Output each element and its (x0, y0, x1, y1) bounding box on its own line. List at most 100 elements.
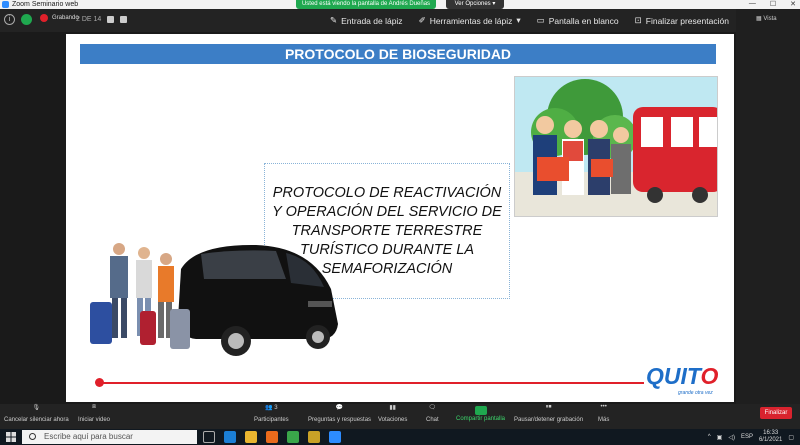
quito-logo: QUITO (646, 363, 718, 390)
view-options-label: Ver Opciones (454, 1, 491, 7)
share-screen-button[interactable]: Compartir pantalla (456, 404, 505, 422)
edge-icon[interactable] (224, 431, 236, 443)
pause-record-button[interactable]: ⏸⏹ Pausar/detener grabación (514, 404, 583, 423)
more-label: Más (598, 417, 610, 423)
annotation-toolbar: i Grabando 2 DE 14 ✎ Entrada de lápiz ✐ … (0, 9, 800, 32)
blank-screen-icon: ▭ (536, 15, 545, 25)
minimize-icon[interactable]: — (749, 0, 756, 8)
info-icon[interactable]: i (4, 14, 15, 25)
maximize-icon[interactable]: ☐ (770, 0, 776, 8)
annotation-tools: ✎ Entrada de lápiz ✐ Herramientas de láp… (330, 15, 729, 26)
view-options-button[interactable]: Ver Opciones ▾ (446, 0, 504, 9)
blank-screen-label: Pantalla en blanco (548, 15, 619, 26)
close-icon[interactable]: ✕ (790, 0, 796, 8)
van-drawing (90, 243, 338, 356)
logo-letter-o: O (700, 363, 719, 389)
more-button[interactable]: ••• Más (598, 404, 609, 423)
chevron-up-icon[interactable]: ^ (708, 434, 711, 440)
share-screen-label: Compartir pantalla (456, 416, 506, 422)
shared-slide: PROTOCOLO DE BIOSEGURIDAD PROTOCOLO DE R… (66, 34, 734, 402)
end-presentation-button[interactable]: ⊡ Finalizar presentación (635, 15, 729, 26)
polls-icon: ▮▮ (389, 405, 396, 411)
stop-recording-icon[interactable] (120, 16, 127, 23)
view-label: Vista (763, 16, 777, 22)
window-title: Zoom Seminario web (12, 1, 79, 8)
participants-button[interactable]: 👥 3 Participantes (254, 404, 289, 423)
view-button[interactable]: ▦ Vista (756, 15, 777, 22)
video-off-icon: ⧈ (92, 404, 96, 410)
end-webinar-button[interactable]: Finalizar (760, 407, 792, 419)
zoom-app-icon (2, 1, 9, 8)
mute-button[interactable]: 🎙 Cancelar silenciar ahora (4, 404, 69, 423)
security-indicators: i (4, 14, 32, 25)
travelers-van-photo (86, 239, 346, 359)
slide-header: PROTOCOLO DE BIOSEGURIDAD (80, 44, 716, 64)
end-presentation-label: Finalizar presentación (645, 15, 729, 26)
polls-label: Votaciones (378, 417, 408, 423)
qa-label: Preguntas y respuestas (308, 417, 372, 423)
media-player-icon[interactable] (308, 431, 320, 443)
cartoon-drawing (515, 79, 717, 216)
file-explorer-icon[interactable] (245, 431, 257, 443)
notifications-icon[interactable]: ▢ (788, 434, 794, 441)
firefox-icon[interactable] (266, 431, 278, 443)
start-video-label: Iniciar video (78, 417, 111, 423)
page-indicator: 2 DE 14 (76, 16, 102, 23)
chat-button[interactable]: 🗨 Chat (426, 404, 439, 423)
search-icon (29, 433, 36, 440)
volume-icon[interactable]: ◁) (728, 434, 735, 441)
pause-recording-icon[interactable] (107, 16, 114, 23)
recording-label: Grabando (52, 15, 79, 21)
taskbar-clock[interactable]: 16:33 6/1/2021 (759, 430, 782, 444)
chevron-down-icon: ▾ (516, 15, 521, 25)
language-indicator[interactable]: ESP (741, 434, 753, 440)
participants-count: 3 (274, 405, 278, 411)
qa-icon: 💬 (335, 405, 344, 411)
recording-controls (107, 16, 127, 23)
recording-indicator: Grabando (40, 14, 79, 22)
network-icon[interactable]: ▣ (717, 434, 723, 441)
sharing-banner: Usted está viendo la pantalla de Andrés … (296, 0, 436, 9)
recording-icon (40, 14, 48, 22)
pause-record-label: Pausar/detener grabación (514, 417, 584, 423)
blank-screen-button[interactable]: ▭ Pantalla en blanco (537, 15, 619, 26)
pen-input-button[interactable]: ✎ Entrada de lápiz (330, 15, 403, 26)
pause-record-icon: ⏸⏹ (545, 404, 552, 410)
timeline-line (96, 382, 644, 384)
grid-icon: ▦ (756, 16, 762, 22)
chat-icon: 🗨 (428, 405, 437, 411)
pen-tools-button[interactable]: ✐ Herramientas de lápiz ▾ (419, 15, 521, 26)
clock-time: 16:33 (763, 430, 779, 436)
participants-icon: 👥 3 (265, 405, 278, 411)
windows-taskbar: Escribe aquí para buscar ^ ▣ ◁) ESP 16:3… (0, 429, 800, 445)
search-placeholder: Escribe aquí para buscar (44, 432, 133, 441)
end-presentation-icon: ⊡ (634, 15, 642, 25)
zoom-taskbar-icon[interactable] (329, 431, 341, 443)
start-video-button[interactable]: ⧈ Iniciar video (78, 404, 110, 423)
window-controls: — ☐ ✕ (749, 0, 796, 8)
chrome-icon[interactable] (287, 431, 299, 443)
taskbar-search-input[interactable]: Escribe aquí para buscar (22, 430, 197, 444)
logo-text: QUIT (646, 363, 701, 389)
right-panel: ▦ Vista (736, 9, 800, 404)
meeting-controls: 🎙 Cancelar silenciar ahora ⧈ Iniciar vid… (0, 404, 800, 429)
more-icon: ••• (600, 404, 607, 410)
chat-label: Chat (426, 417, 439, 423)
share-screen-icon (474, 406, 487, 415)
taskbar-apps (203, 431, 341, 443)
system-tray: ^ ▣ ◁) ESP 16:33 6/1/2021 ▢ (708, 430, 794, 444)
bus-cartoon-illustration (514, 76, 718, 217)
pen-icon: ✎ (330, 15, 338, 25)
logo-tagline: grande otra vez (678, 390, 713, 396)
mute-label: Cancelar silenciar ahora (4, 417, 69, 423)
pen-tools-label: Herramientas de lápiz (429, 15, 513, 26)
clock-date: 6/1/2021 (758, 437, 783, 443)
pen-tools-icon: ✐ (418, 15, 426, 25)
qa-button[interactable]: 💬 Preguntas y respuestas (308, 404, 371, 423)
polls-button[interactable]: ▮▮ Votaciones (378, 404, 407, 423)
shield-icon[interactable] (21, 14, 32, 25)
participants-label: Participantes (254, 417, 289, 423)
mic-muted-icon: 🎙 (32, 405, 41, 411)
windows-start-icon[interactable] (6, 432, 16, 442)
task-view-icon[interactable] (203, 431, 215, 443)
